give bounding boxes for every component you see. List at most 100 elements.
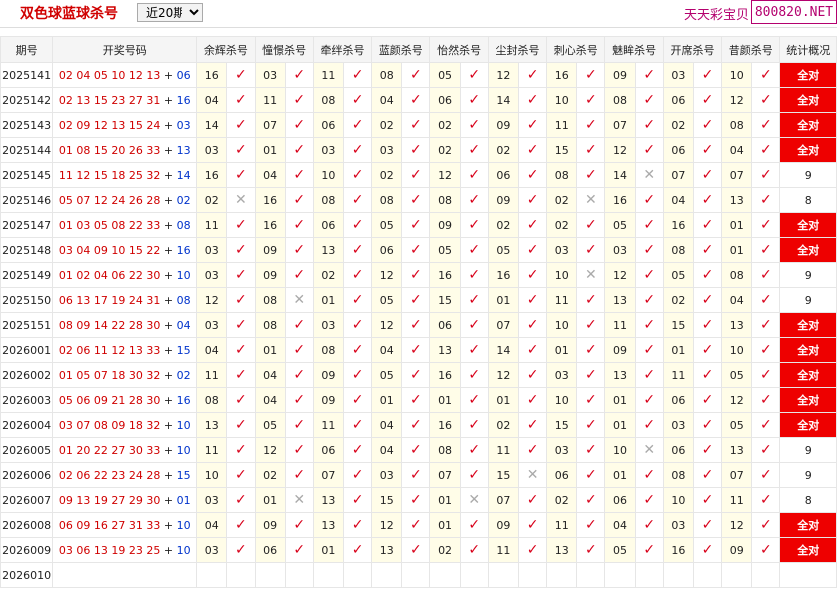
check-icon: ✓ (760, 317, 772, 333)
check-icon: ✓ (293, 367, 306, 383)
cross-icon: ✕ (643, 167, 656, 183)
table-row: 2025149 01 02 04 06 22 30 + 10 03 ✓ 09 ✓ 02 ✓ 12… (0, 262, 837, 288)
check-icon: ✓ (643, 242, 656, 258)
kill-number-cell: 11 (312, 412, 345, 438)
kill-number-cell: 13 (312, 512, 345, 538)
draw-numbers-cell: 11 12 15 18 25 32 + 14 (52, 162, 198, 188)
kill-number-cell: 09 (487, 512, 519, 538)
result-mark-cell: ✓ (401, 437, 431, 463)
result-mark-cell: ✓ (226, 362, 256, 388)
table-row: 2025143 02 09 12 13 15 24 + 03 14 ✓ 07 ✓ 06 ✓ 02… (0, 112, 837, 138)
result-mark-cell: ✓ (634, 112, 664, 138)
table-row: 2026008 06 09 16 27 31 33 + 10 04 ✓ 09 ✓ 13 ✓ 12… (0, 512, 837, 538)
check-icon: ✓ (701, 67, 714, 83)
check-icon: ✓ (526, 142, 539, 158)
period-range-select[interactable]: 近20期 (137, 3, 203, 22)
plus-sign: + (160, 493, 177, 507)
kill-number-cell: 16 (604, 187, 636, 213)
result-mark-cell: ✓ (401, 212, 431, 238)
check-icon: ✓ (760, 417, 772, 433)
red-balls: 06 09 16 27 31 33 (58, 518, 161, 532)
draw-numbers-cell: 03 04 09 10 15 22 + 16 (52, 237, 198, 263)
result-mark-cell: ✓ (226, 112, 256, 138)
kill-number-cell: 05 (604, 537, 636, 563)
result-mark-cell: ✓ (634, 212, 664, 238)
result-mark-cell: ✓ (517, 262, 548, 288)
summary-cell: 全对 (779, 312, 837, 338)
check-icon: ✓ (526, 417, 539, 433)
red-balls: 02 06 22 23 24 28 (58, 468, 161, 482)
result-mark-cell: ✓ (284, 337, 314, 363)
result-mark-cell: ✓ (401, 287, 431, 313)
check-icon: ✓ (293, 192, 306, 208)
summary-cell: 9 (779, 437, 837, 463)
kill-number-cell: 11 (721, 487, 753, 513)
blue-ball: 04 (176, 318, 191, 332)
result-mark-cell: ✓ (576, 162, 606, 188)
kill-number-cell: 10 (546, 262, 578, 288)
current-kill-number: 03 (604, 562, 636, 588)
red-balls: 02 04 05 10 12 13 (58, 68, 161, 82)
blue-ball: 08 (176, 218, 191, 232)
check-icon: ✓ (468, 192, 481, 208)
check-icon: ✓ (235, 342, 247, 358)
kill-number-cell: 14 (487, 87, 519, 113)
plus-sign: + (160, 318, 177, 332)
kill-number-cell: 01 (312, 537, 345, 563)
kill-number-cell: 02 (429, 137, 461, 163)
result-mark-cell: ✓ (226, 262, 256, 288)
check-icon: ✓ (643, 467, 656, 483)
kill-number-cell: 12 (487, 62, 519, 88)
summary-cell: 8 (779, 187, 837, 213)
kill-number-cell: 05 (721, 412, 753, 438)
kill-number-cell: 15 (546, 412, 578, 438)
kill-number-cell: 08 (662, 237, 694, 263)
kill-number-cell: 06 (662, 137, 694, 163)
result-mark-cell: ✓ (459, 87, 489, 113)
result-mark-cell: ✓ (342, 187, 373, 213)
red-balls: 11 12 15 18 25 32 (58, 168, 161, 182)
check-icon: ✓ (585, 317, 597, 333)
current-blank-cell (459, 562, 489, 588)
result-mark-cell: ✓ (459, 412, 489, 438)
check-icon: ✓ (351, 492, 364, 508)
result-mark-cell: ✓ (634, 362, 664, 388)
check-icon: ✓ (235, 417, 247, 433)
period-cell: 2026007 (0, 487, 54, 513)
check-icon: ✓ (526, 167, 539, 183)
result-mark-cell: ✓ (342, 312, 373, 338)
check-icon: ✓ (643, 67, 656, 83)
check-icon: ✓ (235, 242, 247, 258)
check-icon: ✓ (351, 542, 364, 558)
result-mark-cell: ✓ (226, 212, 256, 238)
result-mark-cell: ✓ (342, 112, 373, 138)
result-mark-cell: ✓ (517, 237, 548, 263)
check-icon: ✓ (701, 92, 714, 108)
kill-number-cell: 11 (312, 62, 345, 88)
kill-number-cell: 01 (429, 512, 461, 538)
result-mark-cell: ✓ (401, 262, 431, 288)
summary-cell: 全对 (779, 87, 837, 113)
kill-number-cell: 03 (196, 312, 228, 338)
check-icon: ✓ (351, 192, 364, 208)
result-mark-cell: ✓ (634, 187, 664, 213)
check-icon: ✓ (235, 117, 247, 133)
draw-numbers-cell: 01 02 04 06 22 30 + 10 (52, 262, 198, 288)
result-mark-cell: ✓ (342, 437, 373, 463)
kill-number-cell: 14 (196, 112, 228, 138)
plus-sign: + (160, 443, 177, 457)
result-mark-cell: ✓ (517, 362, 548, 388)
kill-number-cell: 10 (721, 337, 753, 363)
result-mark-cell: ✓ (634, 337, 664, 363)
kill-number-cell: 16 (254, 187, 286, 213)
result-mark-cell: ✓ (226, 337, 256, 363)
result-mark-cell: ✓ (751, 237, 781, 263)
check-icon: ✓ (235, 442, 247, 458)
check-icon: ✓ (351, 217, 364, 233)
kill-number-cell: 08 (254, 287, 286, 313)
check-icon: ✓ (585, 542, 597, 558)
table-row: 2026002 01 05 07 18 30 32 + 02 11 ✓ 04 ✓ 09 ✓ 05… (0, 362, 837, 388)
check-icon: ✓ (526, 92, 539, 108)
result-mark-cell: ✓ (517, 62, 548, 88)
check-icon: ✓ (701, 442, 714, 458)
